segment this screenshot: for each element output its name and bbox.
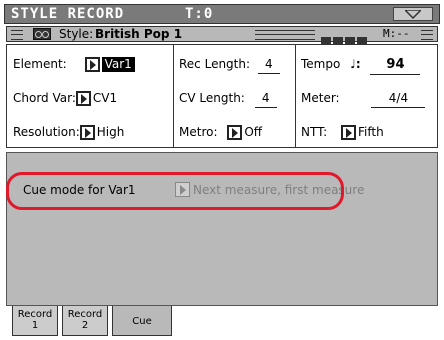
resolution-param: Resolution: High [13, 123, 124, 141]
element-select-button[interactable] [84, 57, 100, 72]
rec-length-param: Rec Length: 4 [179, 55, 280, 74]
bar-lines-icon [11, 30, 23, 40]
metro-value[interactable]: Off [244, 125, 262, 139]
cv-length-param: CV Length: 4 [179, 89, 277, 108]
chord-var-param: Chord Var: CV1 [13, 89, 117, 107]
bar-lines-icon [421, 30, 433, 40]
tab-label: Cue [132, 316, 152, 327]
style-label: Style: [59, 27, 94, 41]
style-record-screen: STYLE RECORD T:0 Style: British Pop 1 M:… [0, 0, 444, 340]
highlight-outline [6, 172, 344, 210]
tab-label: 2 [81, 320, 89, 331]
tab-record-1[interactable]: Record 1 [12, 306, 58, 336]
ntt-param: NTT: Fifth [301, 123, 384, 141]
ntt-select-button[interactable] [340, 125, 356, 140]
meter-value[interactable]: 4/4 [371, 89, 426, 108]
metro-param: Metro: Off [179, 123, 262, 141]
tab-label: Record [17, 309, 53, 320]
bar-lines-icon [255, 30, 315, 40]
element-value[interactable]: Var1 [101, 57, 135, 72]
metro-label: Metro: [179, 125, 218, 139]
track-indicator: T:0 [185, 6, 214, 22]
page-tabs: Record 1 Record 2 Cue [6, 306, 438, 336]
tab-record-2[interactable]: Record 2 [62, 306, 108, 336]
resolution-value[interactable]: High [97, 125, 125, 139]
style-info-bar: Style: British Pop 1 M:-- [6, 26, 438, 45]
tempo-param: Tempo ♩: 94 [301, 55, 421, 75]
page-menu-button[interactable] [393, 7, 433, 21]
ntt-value[interactable]: Fifth [358, 125, 384, 139]
chord-var-value[interactable]: CV1 [93, 91, 117, 105]
meter-param: Meter: 4/4 [301, 89, 426, 108]
metro-select-button[interactable] [227, 125, 243, 140]
page-title: STYLE RECORD [11, 6, 125, 22]
title-bar: STYLE RECORD T:0 [4, 4, 440, 24]
tab-label: Record [67, 309, 103, 320]
cv-length-value[interactable]: 4 [254, 89, 277, 108]
element-param: Element: Var1 [13, 55, 135, 73]
ntt-label: NTT: [301, 125, 328, 139]
column-divider [295, 45, 296, 147]
tempo-value[interactable]: 94 [370, 56, 421, 75]
rec-length-label: Rec Length: [179, 57, 251, 71]
meter-label: Meter: [301, 91, 340, 105]
measure-counter: M:-- [383, 27, 410, 40]
cv-length-label: CV Length: [179, 91, 245, 105]
tab-label: 1 [31, 320, 39, 331]
resolution-label: Resolution: [13, 125, 80, 139]
resolution-select-button[interactable] [79, 125, 95, 140]
parameter-grid: Element: Var1 Chord Var: CV1 Resolution: H… [6, 44, 438, 148]
style-bank-icon [33, 28, 51, 40]
chord-var-label: Chord Var: [13, 91, 76, 105]
tab-cue[interactable]: Cue [112, 306, 172, 336]
quarter-note-icon: ♩: [350, 57, 361, 71]
element-label: Element: [13, 57, 67, 71]
menu-triangle-icon [405, 10, 421, 19]
style-name: British Pop 1 [95, 27, 183, 41]
rec-length-value[interactable]: 4 [257, 55, 280, 74]
column-divider [173, 45, 174, 147]
chord-var-select-button[interactable] [75, 91, 91, 106]
tempo-label: Tempo [301, 57, 341, 71]
